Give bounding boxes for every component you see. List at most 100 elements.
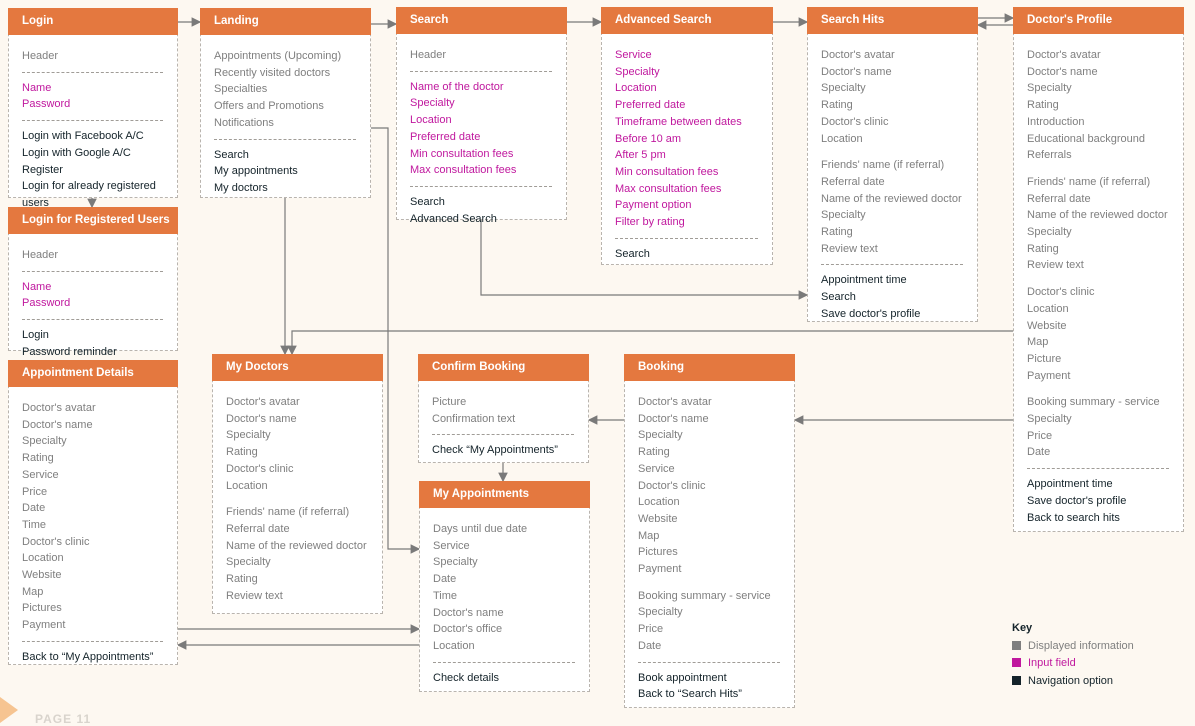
section-divider [22, 640, 163, 642]
nav-section: Search Advanced Search [410, 193, 552, 230]
displayed-info-item: Booking summary - service [638, 589, 771, 602]
displayed-info-item: Doctor's avatar [638, 396, 712, 408]
displayed-info-item: Time [22, 518, 47, 531]
navigation-option-item: Search [410, 195, 445, 208]
input-field-item: Preferred date [410, 130, 481, 143]
section-divider [22, 120, 163, 122]
legend-item-navigation: Navigation option [1012, 673, 1134, 691]
displayed-info-item: Specialty [22, 435, 67, 448]
input-field-item: Location [615, 82, 657, 95]
displayed-info-item: Name of the reviewed doctor [226, 539, 367, 552]
nav-section: Search [615, 245, 758, 266]
navigation-option-item: Login [22, 329, 49, 342]
item-group: Appointment time Save doctor's profile Bac… [1027, 476, 1169, 526]
displayed-info-item: Referral date [226, 522, 290, 535]
input-field-item: Service [615, 49, 652, 61]
displayed-info-item: Educational background [1027, 132, 1146, 145]
input-section: Name Password [22, 278, 163, 315]
item-group: Appointment time Search Save doctor's prof… [821, 272, 963, 322]
navigation-option-item: Appointment time [821, 274, 907, 287]
displayed-info-item: Specialty [226, 556, 271, 569]
display-section: Appointments (Upcoming) Recently visited … [214, 47, 356, 135]
displayed-info-item: Recently visited doctors [214, 66, 331, 79]
screen-my-doctors: My Doctors Doctor's avatar Doctor's name Sp… [212, 354, 383, 614]
navigation-option-item: Check details [433, 671, 500, 684]
input-field-item: Name [22, 81, 52, 94]
legend: Key Displayed information Input field Na… [1012, 620, 1134, 690]
screen-title: My Doctors [212, 354, 383, 381]
item-group: Appointments (Upcoming) Recently visited … [214, 48, 356, 132]
input-field-item: Max consultation fees [615, 182, 722, 195]
displayed-info-item: Location [433, 639, 475, 652]
section-divider [433, 661, 575, 663]
displayed-info-item: Location [226, 479, 268, 492]
item-group: Doctor's avatar Doctor's name Specialty Rat… [638, 394, 780, 578]
input-field-item: Before 10 am [615, 132, 682, 145]
displayed-info-item: Confirmation text [432, 412, 516, 425]
input-section: Name of the doctor Specialty Location Prefe… [410, 78, 552, 182]
screen-confirm-booking: Confirm Booking Picture Confirmation text C… [418, 354, 589, 463]
navigation-option-item: Check “My Appointments” [432, 444, 558, 457]
item-group: Header [22, 48, 163, 65]
displayed-info-item: Specialty [1027, 226, 1072, 239]
navigation-option-item: Password reminder [22, 345, 117, 358]
item-group: Back to “My Appointments” [22, 649, 163, 666]
displayed-info-item: Booking summary - service [1027, 396, 1160, 409]
legend-item-input: Input field [1012, 655, 1134, 673]
item-group: Doctor's avatar Doctor's name Specialty Rat… [226, 394, 368, 494]
display-section: Header [22, 246, 163, 267]
screen-booking: Booking Doctor's avatar Doctor's name Speci… [624, 354, 795, 708]
displayed-info-item: Rating [1027, 99, 1059, 112]
item-group: Search [615, 246, 758, 263]
displayed-info-item: Doctor's name [638, 412, 709, 425]
item-group: Friends' name (if referral) Referral date… [821, 157, 963, 257]
displayed-info-item: Payment [1027, 369, 1071, 382]
screen-title: Search [396, 7, 567, 34]
display-section: Days until due date Service Specialty Date T… [433, 520, 575, 658]
display-section: Header [22, 47, 163, 68]
input-field-item: After 5 pm [615, 149, 666, 162]
displayed-info-item: Name of the reviewed doctor [821, 192, 962, 205]
displayed-info-item: Appointments (Upcoming) [214, 50, 342, 62]
item-group: Doctor's avatar Doctor's name Specialty Rat… [22, 400, 163, 634]
displayed-info-item: Review text [226, 589, 283, 602]
navigation-option-item: Register [22, 163, 63, 176]
nav-section: Back to “My Appointments” [22, 648, 163, 669]
page-triangle-icon [0, 697, 18, 723]
input-field-item: Specialty [615, 65, 660, 78]
displayed-info-item: Referral date [1027, 192, 1091, 205]
navigation-option-item: Advanced Search [410, 212, 497, 225]
displayed-info-item: Doctor's avatar [22, 402, 96, 414]
item-group: Doctor's clinic Location Website Map Picture… [1027, 284, 1169, 384]
displayed-info-item: Doctor's office [433, 623, 503, 636]
displayed-info-item: Picture [1027, 352, 1062, 365]
display-section: Doctor's avatar Doctor's name Specialty Rat… [638, 393, 780, 658]
input-field-item: Name [22, 280, 52, 293]
item-group: Friends' name (if referral) Referral date… [226, 504, 368, 604]
displayed-info-item: Specialty [433, 556, 478, 569]
displayed-info-item: Doctor's avatar [226, 396, 300, 408]
displayed-info-item: Rating [821, 226, 853, 239]
displayed-info-item: Friends' name (if referral) [821, 159, 945, 172]
displayed-info-item: Doctor's clinic [821, 115, 889, 128]
displayed-info-item: Specialty [638, 429, 683, 442]
legend-item-displayed: Displayed information [1012, 638, 1134, 656]
screen-search: Search Header Name of the doctor Specialty L… [396, 7, 567, 225]
displayed-info-item: Doctor's name [433, 606, 504, 619]
displayed-info-item: Website [1027, 319, 1067, 332]
screen-title: Login [8, 8, 178, 35]
item-group: Search My appointments My doctors [214, 147, 356, 197]
displayed-info-item: Doctor's clinic [1027, 286, 1095, 299]
nav-section: Book appointment Back to “Search Hits” [638, 669, 780, 706]
navigation-option-item: Login with Facebook A/C [22, 130, 144, 143]
displayed-info-item: Pictures [22, 602, 62, 615]
section-divider [22, 270, 163, 272]
displayed-info-item: Service [22, 468, 59, 481]
displayed-info-item: Map [1027, 336, 1049, 349]
input-section: Service Specialty Location Preferred date Ti… [615, 46, 758, 234]
navigation-option-item: Book appointment [638, 671, 727, 684]
item-group: Doctor's avatar Doctor's name Specialty Rat… [821, 47, 963, 147]
input-field-item: Max consultation fees [410, 164, 517, 177]
item-group: Name of the doctor Specialty Location Prefe… [410, 79, 552, 179]
section-divider [214, 138, 356, 140]
